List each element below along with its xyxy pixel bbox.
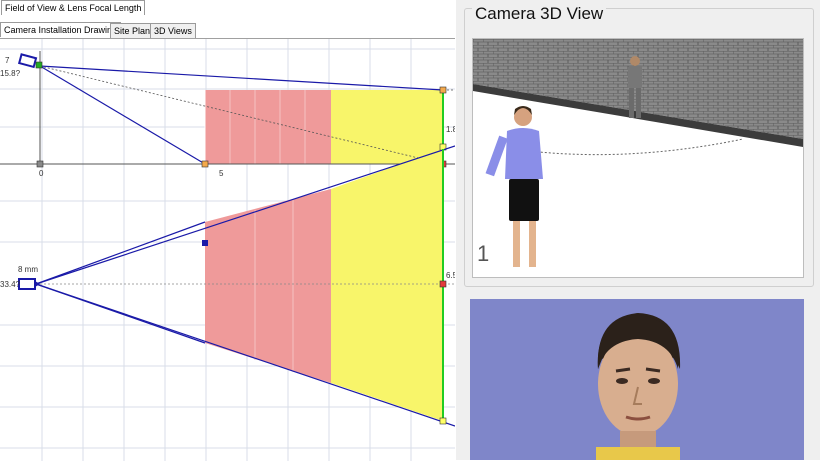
tab-camera-installation-drawing[interactable]: Camera Installation Drawing bbox=[0, 22, 122, 37]
tilt-angle-label: 15.8? bbox=[0, 69, 21, 78]
fov-lower-line-side bbox=[39, 65, 206, 165]
camera-height-label: 7 bbox=[5, 56, 10, 65]
fov-angle-label: 33.4? bbox=[0, 280, 21, 289]
fov-upper-line-side bbox=[39, 65, 444, 91]
recognition-zone-side bbox=[331, 90, 443, 164]
camera-icon[interactable] bbox=[18, 278, 40, 290]
focal-length-label: 8 mm bbox=[18, 265, 38, 274]
tick-5: 5 bbox=[219, 169, 224, 178]
origin-handle[interactable] bbox=[36, 160, 44, 168]
camera-icon[interactable] bbox=[17, 53, 43, 69]
zone-start-handle-top[interactable] bbox=[202, 240, 208, 246]
camera-3d-view-title: Camera 3D View bbox=[472, 4, 607, 24]
identification-zone-top bbox=[205, 189, 331, 383]
zone-start-handle[interactable] bbox=[201, 160, 209, 168]
tab-3d-views[interactable]: 3D Views bbox=[150, 23, 196, 38]
identification-zone-side bbox=[205, 90, 331, 164]
tab-site-plan[interactable]: Site Plan bbox=[110, 23, 155, 38]
camera-3d-scene[interactable]: 1 bbox=[472, 38, 804, 278]
recognition-zone-top bbox=[331, 149, 443, 421]
target-width-label: 6.5 bbox=[446, 271, 455, 280]
target-width-handle[interactable] bbox=[439, 417, 447, 425]
window-tab-fov[interactable]: Field of View & Lens Focal Length bbox=[1, 0, 146, 15]
tick-0: 0 bbox=[39, 169, 44, 178]
camera-number-label: 1 bbox=[477, 241, 489, 266]
camera-installation-drawing[interactable]: 7 15.8? 0 5 10 1.8 8 mm 33.4? 6.5 bbox=[0, 38, 455, 461]
target-top-handle[interactable] bbox=[439, 86, 447, 94]
camera-face-view[interactable] bbox=[470, 299, 804, 460]
target-center-handle[interactable] bbox=[439, 280, 447, 288]
target-height-label: 1.8 bbox=[446, 125, 455, 134]
